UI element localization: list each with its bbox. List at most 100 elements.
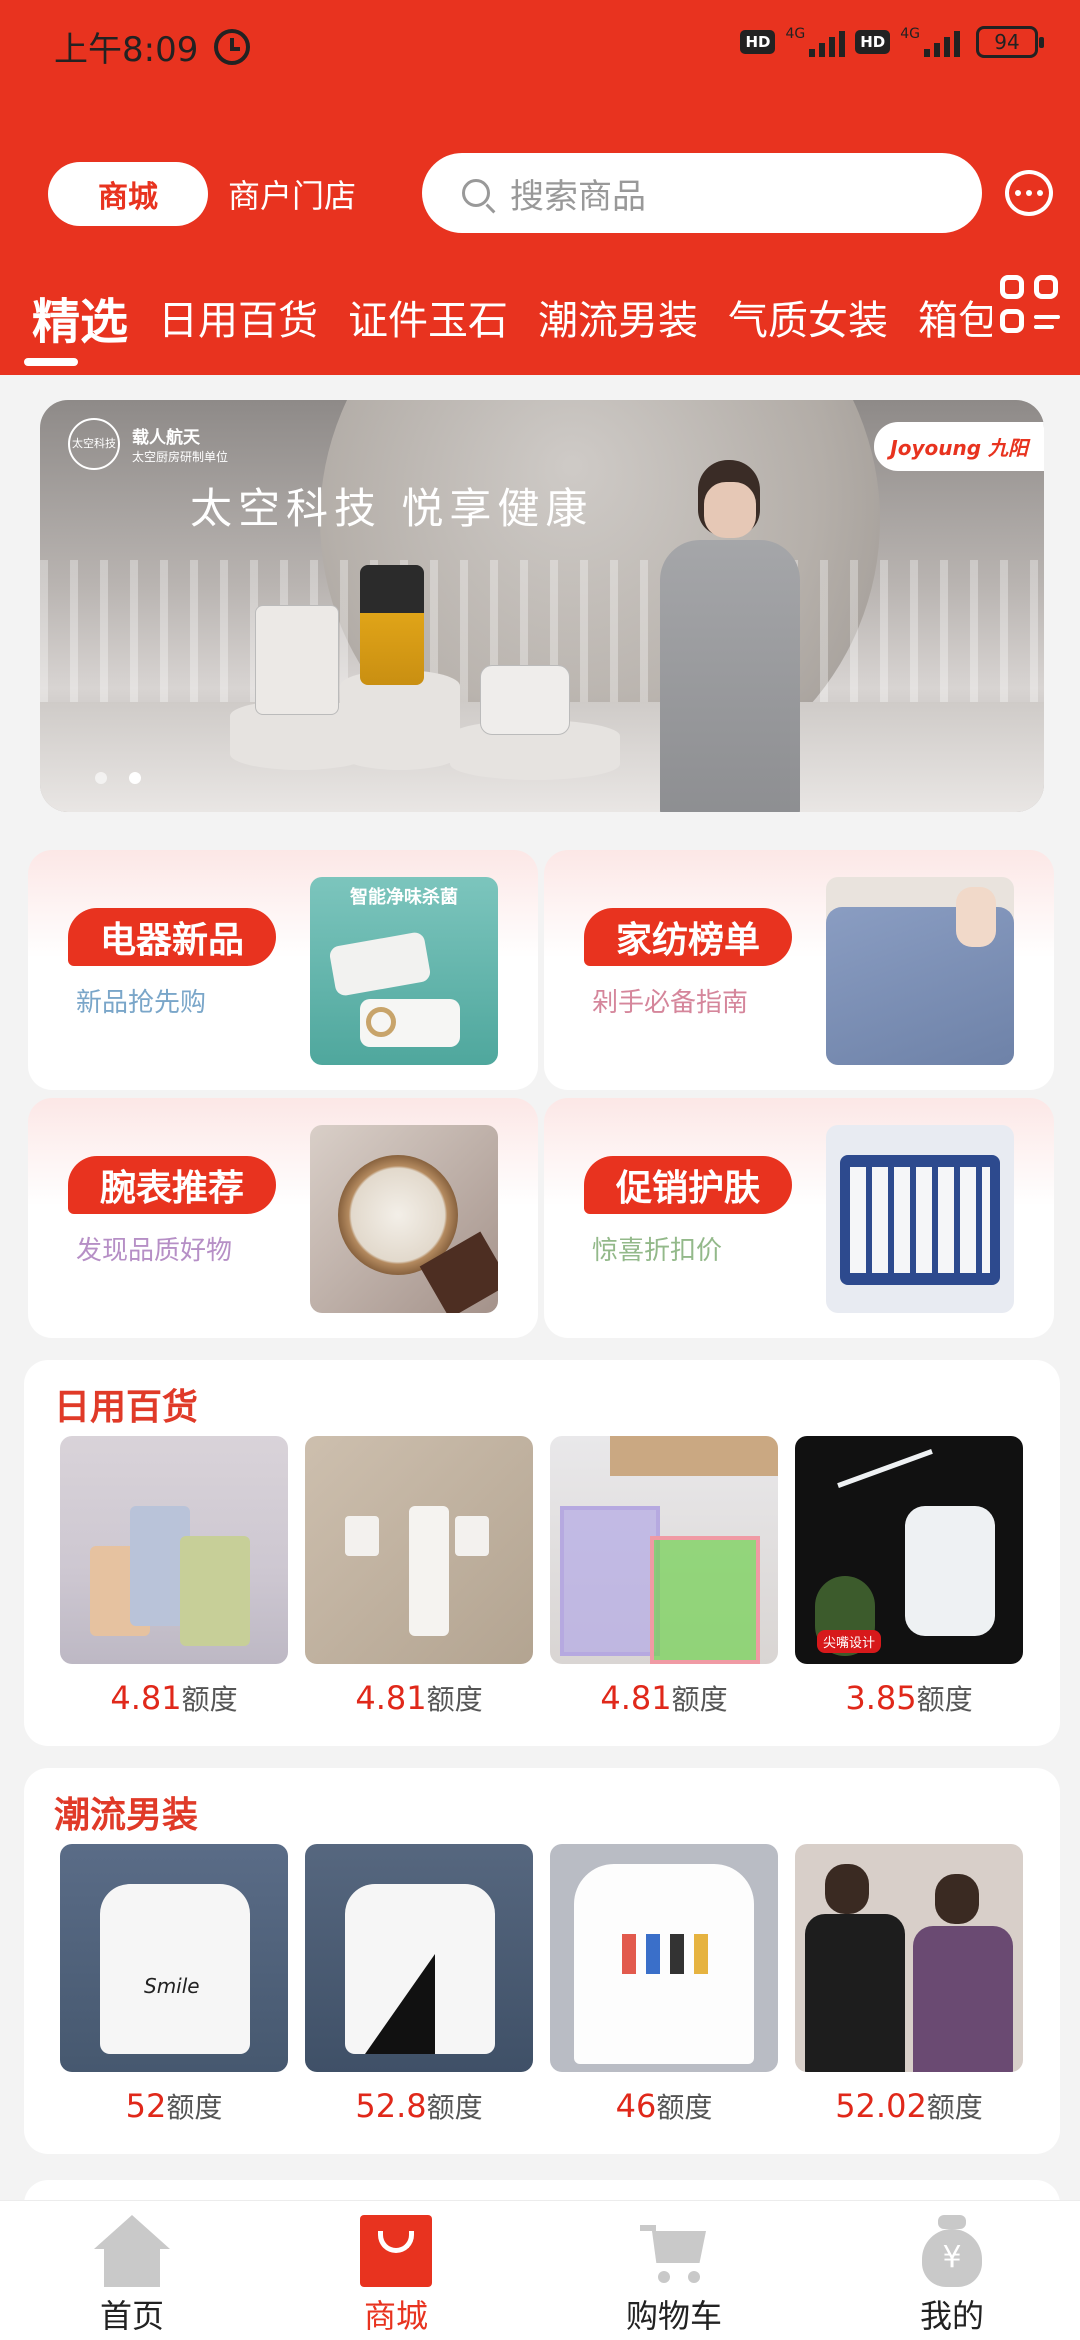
- nav-home[interactable]: 首页: [52, 2215, 212, 2337]
- feature-card-skincare[interactable]: 促销护肤 惊喜折扣价: [544, 1098, 1054, 1338]
- couple-tee-image: [795, 1844, 1023, 2072]
- feature-card-home-textiles[interactable]: 家纺榜单 剁手必备指南: [544, 850, 1054, 1090]
- shop-bag-icon: [358, 2215, 434, 2287]
- space-tech-logo: 太空科技: [68, 418, 120, 470]
- skincare-set-image: [826, 1125, 1014, 1313]
- rice-cooker-image: [480, 665, 570, 735]
- product-item[interactable]: Smile 52额度: [60, 1844, 288, 2126]
- price-unit: 额度: [926, 2091, 983, 2124]
- home-icon: [94, 2215, 170, 2287]
- figures-tee-image: [550, 1844, 778, 2072]
- product-price: 4.81: [600, 1679, 672, 1717]
- section-title: 日用百货: [54, 1387, 199, 1428]
- cups-image: [60, 1436, 288, 1664]
- feature-subtitle: 剁手必备指南: [592, 988, 749, 1018]
- appliance-image: 智能净味杀菌: [310, 877, 498, 1065]
- signal-icon-2: [924, 27, 960, 57]
- segment-merchant-store[interactable]: 商户门店: [228, 171, 356, 217]
- top-header: 上午8:09 HD 4G HD 4G 94 商城 商户门店 搜索商品 精选 日用…: [0, 0, 1080, 375]
- hd-badge-2: HD: [855, 30, 891, 54]
- price-unit: 额度: [916, 1683, 973, 1716]
- clock-text: 上午8:09: [54, 30, 199, 70]
- banner-tag-line1: 载人航天: [132, 428, 200, 448]
- smile-tee-image: Smile: [60, 1844, 288, 2072]
- product-price: 52: [125, 2087, 167, 2125]
- product-item[interactable]: 52.8额度: [305, 1844, 533, 2126]
- podium-middle: [340, 670, 460, 770]
- tab-menswear[interactable]: 潮流男装: [538, 288, 698, 346]
- product-item[interactable]: 4.81额度: [305, 1436, 533, 1718]
- search-input[interactable]: 搜索商品: [422, 153, 982, 233]
- tab-bags[interactable]: 箱包: [918, 288, 992, 346]
- nav-cart[interactable]: 购物车: [594, 2215, 754, 2337]
- product-item[interactable]: 4.81额度: [60, 1436, 288, 1718]
- product-item[interactable]: 尖嘴设计 3.85额度: [795, 1436, 1023, 1718]
- cart-icon: [636, 2215, 712, 2287]
- network-type-2: 4G: [900, 26, 920, 42]
- price-unit: 额度: [426, 1683, 483, 1716]
- alarm-icon: [214, 28, 251, 65]
- tee-print: Smile: [144, 1974, 200, 1998]
- feature-title: 电器新品: [68, 908, 277, 966]
- active-tab-indicator: [24, 358, 78, 366]
- appliance-image-caption: 智能净味杀菌: [350, 887, 458, 908]
- category-grid-icon[interactable]: [1000, 275, 1062, 337]
- banner-tag-line2: 太空厨房研制单位: [132, 450, 229, 464]
- feature-card-watches[interactable]: 腕表推荐 发现品质好物: [28, 1098, 538, 1338]
- category-tabs: 精选 日用百货 证件玉石 潮流男装 气质女装 箱包: [32, 282, 992, 352]
- product-price: 52.02: [835, 2087, 927, 2125]
- product-price: 4.81: [355, 1679, 427, 1717]
- bottom-nav: 首页 商城 购物车 ¥ 我的: [0, 2200, 1080, 2340]
- nav-label: 我的: [919, 2297, 984, 2335]
- nav-label: 购物车: [625, 2297, 722, 2335]
- status-bar: 上午8:09 HD 4G HD 4G 94: [0, 0, 1080, 90]
- wash-bottle-image: 尖嘴设计: [795, 1436, 1023, 1664]
- search-placeholder: 搜索商品: [510, 176, 646, 217]
- store-segment: 商城 商户门店: [48, 162, 356, 226]
- message-icon[interactable]: [1005, 170, 1053, 216]
- tab-womenswear[interactable]: 气质女装: [728, 288, 888, 346]
- signal-icon: [809, 27, 846, 57]
- product-price: 46: [615, 2087, 657, 2125]
- tab-jade[interactable]: 证件玉石: [348, 288, 508, 346]
- feature-title: 腕表推荐: [68, 1156, 277, 1214]
- product-price: 52.8: [355, 2087, 427, 2125]
- segment-mall[interactable]: 商城: [48, 162, 208, 226]
- product-badge: 尖嘴设计: [817, 1630, 882, 1653]
- bag-holder-image: [550, 1436, 778, 1664]
- sofa-cover-image: [826, 877, 1014, 1065]
- tab-featured[interactable]: 精选: [32, 282, 128, 352]
- price-unit: 额度: [181, 1683, 238, 1716]
- product-item[interactable]: 52.02额度: [795, 1844, 1023, 2126]
- soymilk-maker-image: [360, 565, 424, 685]
- product-price: 3.85: [845, 1679, 917, 1717]
- feature-subtitle: 惊喜折扣价: [592, 1236, 723, 1266]
- price-unit: 额度: [166, 2091, 223, 2124]
- status-time: 上午8:09: [54, 22, 251, 71]
- battery-icon: 94: [976, 26, 1044, 58]
- spokesperson-image: [660, 460, 800, 812]
- feature-title: 家纺榜单: [584, 908, 793, 966]
- section-title: 潮流男装: [54, 1795, 199, 1836]
- tab-daily-goods[interactable]: 日用百货: [158, 288, 318, 346]
- search-icon: [462, 179, 490, 207]
- feature-subtitle: 新品抢先购: [76, 988, 207, 1018]
- nav-label: 商城: [363, 2297, 428, 2335]
- watch-image: [310, 1125, 498, 1313]
- nav-label: 首页: [99, 2297, 164, 2335]
- section-daily-goods: 日用百货 4.81额度 4.81额度 4.81额度 尖嘴设计 3.85额度: [24, 1360, 1060, 1746]
- hooks-image: [305, 1436, 533, 1664]
- network-type: 4G: [785, 26, 806, 42]
- feature-card-appliances[interactable]: 电器新品 新品抢先购 智能净味杀菌: [28, 850, 538, 1090]
- product-item[interactable]: 4.81额度: [550, 1436, 778, 1718]
- nav-mine[interactable]: ¥ 我的: [872, 2215, 1032, 2337]
- product-price: 4.81: [110, 1679, 182, 1717]
- status-indicators: HD 4G HD 4G 94: [740, 26, 1044, 58]
- product-item[interactable]: 46额度: [550, 1844, 778, 2126]
- promo-banner[interactable]: 太空科技 载人航天 太空厨房研制单位 太空科技 悦享健康 Joyoung 九阳: [40, 400, 1044, 812]
- water-purifier-image: [255, 605, 339, 715]
- banner-brand: 太空科技 载人航天 太空厨房研制单位: [68, 418, 228, 470]
- feature-subtitle: 发现品质好物: [76, 1236, 233, 1266]
- nav-mall[interactable]: 商城: [316, 2215, 476, 2337]
- banner-headline: 太空科技 悦享健康: [190, 484, 594, 533]
